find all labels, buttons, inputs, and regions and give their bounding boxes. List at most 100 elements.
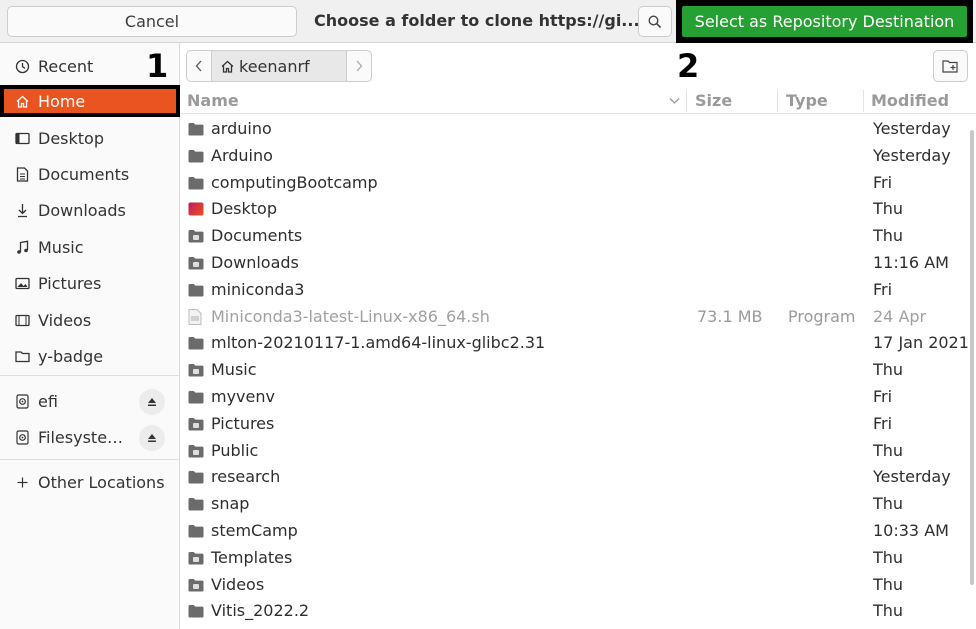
file-list: Name Size Type Modified arduino Yesterday… xyxy=(181,88,976,629)
sidebar-divider xyxy=(0,459,180,460)
file-row[interactable]: Vitis_2022.2 Thu xyxy=(181,597,976,624)
file-name: Miniconda3-latest-Linux-x86_64.sh xyxy=(211,306,490,326)
file-modified: Thu xyxy=(873,547,904,567)
file-modified: Thu xyxy=(873,226,904,246)
sidebar-item-home[interactable]: Home xyxy=(0,85,180,117)
folder-icon xyxy=(188,175,204,190)
home-icon xyxy=(221,60,234,73)
eject-button[interactable] xyxy=(139,425,165,451)
eject-icon xyxy=(148,398,156,406)
file-name: myvenv xyxy=(211,387,275,406)
scrollbar[interactable] xyxy=(970,130,974,585)
file-modified: Thu xyxy=(873,440,904,460)
file-name: snap xyxy=(211,494,250,514)
file-row[interactable]: Videos Thu xyxy=(181,571,976,598)
drive-icon xyxy=(14,393,30,409)
file-row[interactable]: Downloads 11:16 AM xyxy=(181,249,976,276)
sidebar-item-other-locations[interactable]: Other Locations xyxy=(0,467,180,497)
file-row[interactable]: Music Thu xyxy=(181,356,976,383)
download-icon xyxy=(14,202,30,218)
column-modified[interactable]: Modified xyxy=(871,91,949,110)
file-modified: Thu xyxy=(873,574,904,594)
sidebar-item-videos[interactable]: Videos xyxy=(0,305,180,335)
folder-icon xyxy=(188,335,204,350)
video-icon xyxy=(14,312,30,328)
file-name: Downloads xyxy=(211,253,299,272)
file-name: Music xyxy=(211,360,257,380)
new-folder-icon xyxy=(942,59,958,73)
file-row[interactable]: arduino Yesterday xyxy=(181,115,976,142)
folder-icon xyxy=(188,148,204,163)
file-name: Desktop xyxy=(211,199,277,219)
search-button[interactable] xyxy=(638,6,672,37)
select-destination-button[interactable]: Select as Repository Destination xyxy=(682,6,967,37)
folder-icon xyxy=(188,443,204,458)
sidebar-item-label: Desktop xyxy=(38,128,104,148)
path-home-button[interactable]: keenanrf xyxy=(212,50,346,82)
folder-icon xyxy=(188,469,204,484)
file-name: Arduino xyxy=(211,145,273,165)
file-name: Vitis_2022.2 xyxy=(211,601,310,621)
column-size[interactable]: Size xyxy=(695,91,732,110)
sidebar-item-label: Music xyxy=(38,237,84,257)
sidebar-item-label: y-badge xyxy=(38,346,104,366)
home-icon xyxy=(14,93,30,109)
folder-icon xyxy=(188,389,204,404)
eject-button[interactable] xyxy=(139,389,165,415)
path-forward-button[interactable] xyxy=(346,50,372,82)
file-row[interactable]: Arduino Yesterday xyxy=(181,142,976,169)
sidebar-item-label: efi xyxy=(38,391,58,411)
folder-icon xyxy=(188,228,204,243)
sidebar-item-pictures[interactable]: Pictures xyxy=(0,268,180,298)
file-row[interactable]: mlton-20210117-1.amd64-linux-glibc2.31 17… xyxy=(181,329,976,356)
file-row[interactable]: myvenv Fri xyxy=(181,383,976,410)
file-row[interactable]: Pictures Fri xyxy=(181,410,976,437)
file-row[interactable]: stemCamp 10:33 AM xyxy=(181,517,976,544)
file-row[interactable]: computingBootcamp Fri xyxy=(181,169,976,196)
file-row[interactable]: snap Thu xyxy=(181,490,976,517)
folder-icon xyxy=(188,255,204,270)
file-row[interactable]: Templates Thu xyxy=(181,544,976,571)
folder-icon xyxy=(188,282,204,297)
eject-icon xyxy=(148,434,156,442)
sidebar-item-label: Downloads xyxy=(38,200,126,220)
file-row[interactable]: Public Thu xyxy=(181,437,976,464)
cancel-button[interactable]: Cancel xyxy=(7,6,297,37)
file-modified: Fri xyxy=(873,387,893,406)
file-row[interactable]: research Yesterday xyxy=(181,463,976,490)
path-back-button[interactable] xyxy=(186,50,212,82)
file-name: Documents xyxy=(211,226,303,246)
file-row[interactable]: Desktop Thu xyxy=(181,195,976,222)
file-row[interactable]: miniconda3 Fri xyxy=(181,276,976,303)
file-modified: 10:33 AM xyxy=(873,521,949,540)
sidebar-item-music[interactable]: Music xyxy=(0,232,180,262)
annotation-1: 1 xyxy=(146,47,169,85)
sidebar-item-desktop[interactable]: Desktop xyxy=(0,123,180,153)
document-icon xyxy=(14,166,30,182)
plus-icon xyxy=(14,474,30,490)
file-row[interactable]: Documents Thu xyxy=(181,222,976,249)
column-type[interactable]: Type xyxy=(786,91,828,110)
folder-icon xyxy=(188,603,204,618)
file-modified: Yesterday xyxy=(873,145,951,165)
file-row[interactable]: Miniconda3-latest-Linux-x86_64.sh 73.1 MB… xyxy=(181,303,976,330)
path-bar: keenanrf xyxy=(186,50,372,82)
file-modified: Thu xyxy=(873,199,904,219)
new-folder-button[interactable] xyxy=(933,50,968,82)
column-name[interactable]: Name xyxy=(187,91,239,110)
sidebar-item-downloads[interactable]: Downloads xyxy=(0,195,180,225)
file-name: arduino xyxy=(211,119,272,138)
file-modified: Thu xyxy=(873,601,904,621)
sidebar-item-y-badge[interactable]: y-badge xyxy=(0,341,180,371)
file-name: Templates xyxy=(211,547,293,567)
file-modified: Yesterday xyxy=(873,467,951,487)
file-modified: Thu xyxy=(873,494,904,514)
file-icon xyxy=(188,308,204,325)
sidebar-item-documents[interactable]: Documents xyxy=(0,159,180,189)
column-divider xyxy=(863,90,864,112)
file-modified: Fri xyxy=(873,413,893,433)
file-modified: 17 Jan 2021 xyxy=(873,333,969,353)
sidebar-item-label: Documents xyxy=(38,164,130,184)
sidebar: Recent Home Desktop Documents Downloads … xyxy=(0,43,180,629)
folder-icon xyxy=(188,550,204,565)
